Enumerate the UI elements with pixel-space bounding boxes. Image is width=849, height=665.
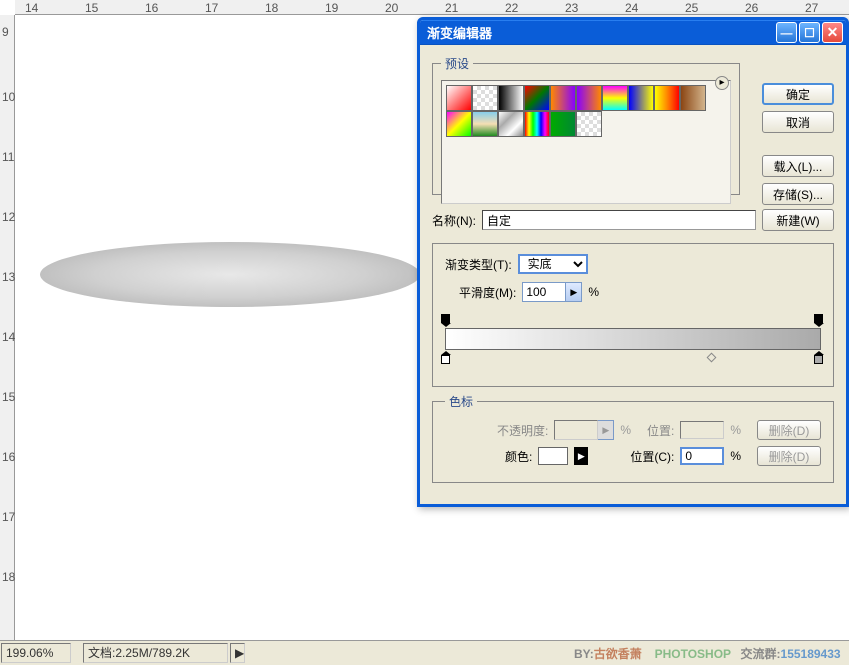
delete-color-stop-button: 删除(D) <box>757 446 821 466</box>
preset-swatch[interactable] <box>472 85 498 111</box>
status-bar: 199.06% 文档:2.25M/789.2K ▶ BY:古欲香萧 PHOTOS… <box>0 640 849 665</box>
preset-swatch[interactable] <box>550 111 576 137</box>
preset-swatch[interactable] <box>654 85 680 111</box>
ruler-vertical: 9 10 11 12 13 14 15 16 17 18 <box>0 15 15 640</box>
gradient-name-input[interactable] <box>482 210 756 230</box>
preset-swatch[interactable] <box>576 111 602 137</box>
presets-legend: 预设 <box>441 55 473 72</box>
ruler-mark: 15 <box>2 390 15 404</box>
smoothness-label: 平滑度(M): <box>459 284 516 301</box>
ellipse-shape[interactable] <box>40 242 420 307</box>
name-label: 名称(N): <box>432 212 476 229</box>
percent-label: % <box>620 423 631 437</box>
preset-swatch[interactable] <box>498 85 524 111</box>
color-well[interactable] <box>538 447 568 465</box>
position-label: 位置: <box>647 422 674 439</box>
ruler-mark: 14 <box>2 330 15 344</box>
dialog-title: 渐变编辑器 <box>423 23 774 42</box>
gradient-preview-bar[interactable] <box>445 328 821 350</box>
ruler-mark: 17 <box>205 1 218 15</box>
opacity-label: 不透明度: <box>497 422 548 439</box>
smoothness-input[interactable] <box>522 282 566 302</box>
ruler-mark: 17 <box>2 510 15 524</box>
preset-swatch[interactable] <box>680 85 706 111</box>
ruler-mark: 16 <box>145 1 158 15</box>
ruler-mark: 9 <box>2 25 9 39</box>
preset-swatch[interactable] <box>524 85 550 111</box>
ok-button[interactable]: 确定 <box>762 83 834 105</box>
midpoint-diamond-icon[interactable] <box>707 353 717 363</box>
ruler-horizontal: 14 15 16 17 18 19 20 21 22 23 24 25 26 2… <box>15 0 849 15</box>
ruler-mark: 13 <box>2 270 15 284</box>
color-stop-right[interactable] <box>814 351 825 363</box>
preset-swatch[interactable] <box>602 85 628 111</box>
gradient-type-label: 渐变类型(T): <box>445 256 512 273</box>
save-button[interactable]: 存储(S)... <box>762 183 834 205</box>
maximize-button[interactable]: ☐ <box>799 22 820 43</box>
gradient-editor-dialog: 渐变编辑器 — ☐ ✕ 确定 取消 载入(L)... 存储(S)... 预设 ▸ <box>417 17 849 507</box>
ruler-mark: 11 <box>2 150 14 164</box>
gradient-type-select[interactable]: 实底 <box>518 254 588 274</box>
opacity-stop-right[interactable] <box>814 314 825 326</box>
doc-info-menu-icon[interactable]: ▶ <box>230 643 245 663</box>
document-size: 文档:2.25M/789.2K <box>83 643 228 663</box>
color-stop-left[interactable] <box>441 351 452 363</box>
smoothness-arrow-icon[interactable]: ▶ <box>566 282 582 302</box>
percent-label: % <box>730 449 741 463</box>
preset-swatch[interactable] <box>524 111 550 137</box>
zoom-level[interactable]: 199.06% <box>1 643 71 663</box>
watermark-text: BY:古欲香萧 PHOTOSHOP 交流群:155189433 <box>574 645 847 662</box>
preset-swatch[interactable] <box>628 85 654 111</box>
preset-swatch[interactable] <box>550 85 576 111</box>
color-stops-group: 色标 不透明度: ▶ % 位置: % 删除(D) 颜色: ▶ 位置(C): % … <box>432 393 834 483</box>
preset-swatch[interactable] <box>446 111 472 137</box>
presets-menu-icon[interactable]: ▸ <box>715 76 729 90</box>
ruler-mark: 21 <box>445 1 458 15</box>
gradient-type-group: 渐变类型(T): 实底 平滑度(M): ▶ % <box>432 243 834 387</box>
opacity-input <box>554 420 598 440</box>
ruler-mark: 25 <box>685 1 698 15</box>
percent-label: % <box>588 285 599 299</box>
ruler-mark: 15 <box>85 1 98 15</box>
presets-scrollbox[interactable] <box>441 80 731 204</box>
dialog-titlebar[interactable]: 渐变编辑器 — ☐ ✕ <box>420 20 846 45</box>
preset-swatch[interactable] <box>576 85 602 111</box>
opacity-stop-left[interactable] <box>441 314 452 326</box>
color-position-input[interactable] <box>680 447 724 465</box>
color-label: 颜色: <box>505 448 532 465</box>
ruler-mark: 14 <box>25 1 38 15</box>
color-menu-arrow-icon[interactable]: ▶ <box>574 447 588 465</box>
preset-swatch[interactable] <box>498 111 524 137</box>
ruler-mark: 23 <box>565 1 578 15</box>
ruler-mark: 16 <box>2 450 15 464</box>
close-button[interactable]: ✕ <box>822 22 843 43</box>
stops-legend: 色标 <box>445 393 477 410</box>
ruler-mark: 26 <box>745 1 758 15</box>
ruler-mark: 19 <box>325 1 338 15</box>
load-button[interactable]: 载入(L)... <box>762 155 834 177</box>
ruler-mark: 22 <box>505 1 518 15</box>
delete-opacity-stop-button: 删除(D) <box>757 420 821 440</box>
opacity-position-input <box>680 421 724 439</box>
percent-label: % <box>730 423 741 437</box>
ruler-mark: 24 <box>625 1 638 15</box>
presets-group: 预设 ▸ <box>432 55 740 195</box>
ruler-mark: 18 <box>265 1 278 15</box>
cancel-button[interactable]: 取消 <box>762 111 834 133</box>
preset-swatch[interactable] <box>446 85 472 111</box>
ruler-mark: 27 <box>805 1 818 15</box>
minimize-button[interactable]: — <box>776 22 797 43</box>
color-position-label: 位置(C): <box>630 448 674 465</box>
ruler-mark: 10 <box>2 90 15 104</box>
ruler-mark: 20 <box>385 1 398 15</box>
preset-swatch[interactable] <box>472 111 498 137</box>
new-button[interactable]: 新建(W) <box>762 209 834 231</box>
opacity-arrow-icon: ▶ <box>598 420 614 440</box>
gradient-bar-editor[interactable] <box>445 314 821 374</box>
ruler-mark: 18 <box>2 570 15 584</box>
ruler-mark: 12 <box>2 210 15 224</box>
